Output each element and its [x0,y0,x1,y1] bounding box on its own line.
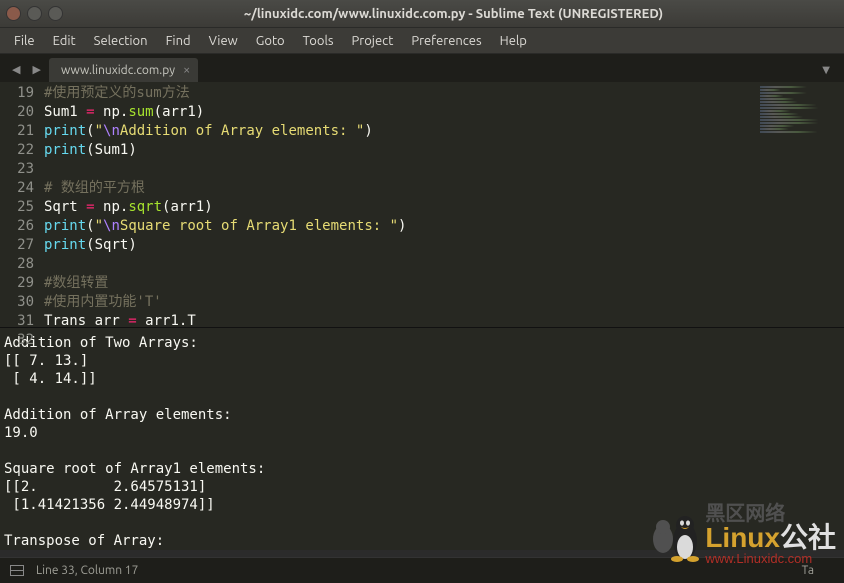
line-number: 27 [0,236,34,255]
code-line[interactable]: #使用内置功能'T' [44,293,754,312]
line-number: 26 [0,217,34,236]
code-line[interactable]: print("\nSquare root of Array1 elements:… [44,217,754,236]
line-number: 31 [0,312,34,331]
line-number: 28 [0,255,34,274]
tab-dropdown-icon[interactable]: ▼ [818,64,840,82]
code-line[interactable]: print(Sum1) [44,141,754,160]
line-number: 22 [0,141,34,160]
titlebar: ~/linuxidc.com/www.linuxidc.com.py - Sub… [0,0,844,28]
editor[interactable]: 1920212223242526272829303132 #使用预定义的sum方… [0,82,844,327]
tab-close-icon[interactable]: × [183,63,190,77]
code-line[interactable] [44,255,754,274]
window-maximize-button[interactable] [48,6,63,21]
menu-preferences[interactable]: Preferences [403,31,489,51]
code-content[interactable]: #使用预定义的sum方法Sum1 = np.sum(arr1)print("\n… [44,82,754,327]
menu-edit[interactable]: Edit [45,31,84,51]
line-number: 19 [0,84,34,103]
code-line[interactable]: #使用预定义的sum方法 [44,84,754,103]
menu-project[interactable]: Project [344,31,402,51]
menu-find[interactable]: Find [158,31,199,51]
line-number: 25 [0,198,34,217]
code-line[interactable]: Sqrt = np.sqrt(arr1) [44,198,754,217]
line-number: 29 [0,274,34,293]
code-line[interactable]: # 数组的平方根 [44,179,754,198]
line-number: 23 [0,160,34,179]
build-output-panel[interactable]: Addition of Two Arrays: [[ 7. 13.] [ 4. … [0,328,844,550]
code-line[interactable]: Sum1 = np.sum(arr1) [44,103,754,122]
window-title: ~/linuxidc.com/www.linuxidc.com.py - Sub… [69,7,838,21]
menu-goto[interactable]: Goto [248,31,293,51]
menu-view[interactable]: View [201,31,246,51]
nav-back-icon[interactable]: ◀ [8,61,24,78]
nav-forward-icon[interactable]: ▶ [28,61,44,78]
code-line[interactable] [44,160,754,179]
menu-tools[interactable]: Tools [295,31,342,51]
code-line[interactable]: print(Sqrt) [44,236,754,255]
line-number: 21 [0,122,34,141]
tab-size-label[interactable]: Ta [802,564,814,577]
panel-switcher-icon[interactable] [10,565,24,576]
code-line[interactable]: print("\nAddition of Array elements: ") [44,122,754,141]
menu-file[interactable]: File [6,31,43,51]
line-number: 20 [0,103,34,122]
menu-selection[interactable]: Selection [86,31,156,51]
code-line[interactable]: #数组转置 [44,274,754,293]
statusbar: Line 33, Column 17 Ta [0,557,844,583]
file-tab[interactable]: www.linuxidc.com.py × [49,58,198,82]
minimap[interactable] [754,82,844,327]
tabbar: ◀ ▶ www.linuxidc.com.py × ▼ [0,54,844,82]
window-close-button[interactable] [6,6,21,21]
menubar: FileEditSelectionFindViewGotoToolsProjec… [0,28,844,54]
tab-label: www.linuxidc.com.py [61,64,175,77]
line-number: 24 [0,179,34,198]
window-minimize-button[interactable] [27,6,42,21]
code-line[interactable]: Trans_arr = arr1.T [44,312,754,327]
menu-help[interactable]: Help [492,31,535,51]
cursor-position[interactable]: Line 33, Column 17 [36,564,138,577]
line-gutter: 1920212223242526272829303132 [0,82,44,327]
line-number: 32 [0,331,34,350]
line-number: 30 [0,293,34,312]
